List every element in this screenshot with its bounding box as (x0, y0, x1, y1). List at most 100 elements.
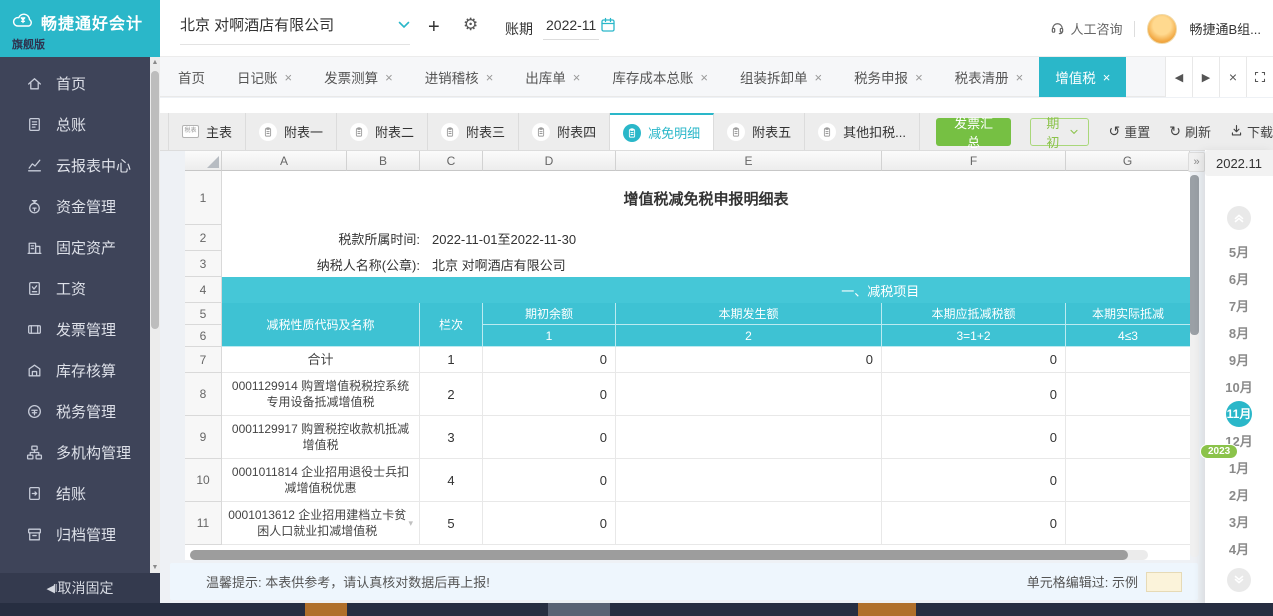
cell-current-amount[interactable] (616, 416, 882, 459)
subtab-附表一[interactable]: 附表一 (246, 113, 337, 150)
tab-税务申报[interactable]: 税务申报× (838, 57, 939, 97)
select-all-corner[interactable] (185, 151, 222, 171)
row-number[interactable]: 8 (185, 373, 222, 416)
period-row-value[interactable]: 2022-11-01至2022-11-30 (420, 225, 1190, 251)
cell-current-amount[interactable]: 0 (616, 347, 882, 373)
row-number[interactable]: 5 (185, 303, 222, 325)
taxpayer-row-label[interactable]: 纳税人名称(公章): (222, 251, 420, 277)
header-deductible-no[interactable]: 3=1+2 (882, 325, 1066, 347)
sidebar-item-多机构管理[interactable]: 多机构管理 (0, 432, 150, 473)
cell-col-no[interactable]: 2 (420, 373, 483, 416)
month-item-11月[interactable]: 11月 (1205, 400, 1273, 427)
header-name[interactable]: 减税性质代码及名称 (222, 303, 420, 347)
current-period-chip[interactable]: 2022.11 (1205, 150, 1273, 176)
cell-current-amount[interactable] (616, 373, 882, 416)
tab-close-icon[interactable]: × (285, 70, 293, 85)
subtab-主表[interactable]: 税表主表 (168, 113, 246, 150)
cell-current-amount[interactable] (616, 459, 882, 502)
subtab-其他扣税...[interactable]: 其他扣税... (805, 113, 920, 150)
subtab-附表五[interactable]: 附表五 (714, 113, 805, 150)
header-actual[interactable]: 本期实际抵减 (1066, 303, 1190, 325)
tab-出库单[interactable]: 出库单× (509, 57, 596, 97)
tab-scroll-left-button[interactable]: ◀ (1165, 57, 1192, 97)
dropdown-caret-icon[interactable]: ▾ (408, 517, 413, 529)
report-title[interactable]: 增值税减免税申报明细表 (222, 171, 1190, 225)
month-item-7月[interactable]: 7月 (1205, 292, 1273, 319)
month-item-10月[interactable]: 10月 (1205, 373, 1273, 400)
column-header-D[interactable]: D (483, 151, 616, 171)
row-number[interactable]: 10 (185, 459, 222, 502)
vertical-scrollbar[interactable] (1190, 175, 1199, 557)
cell-col-no[interactable]: 3 (420, 416, 483, 459)
cell-initial-balance[interactable]: 0 (483, 459, 616, 502)
month-item-2月[interactable]: 2月 (1205, 481, 1273, 508)
tab-close-icon[interactable]: × (700, 70, 708, 85)
tab-发票测算[interactable]: 发票测算× (308, 57, 409, 97)
cell-name[interactable]: 合计 (222, 347, 420, 373)
horizontal-scrollbar[interactable] (190, 550, 1148, 560)
cell-initial-balance[interactable]: 0 (483, 373, 616, 416)
cell-initial-balance[interactable]: 0 (483, 416, 616, 459)
cell-col-no[interactable]: 4 (420, 459, 483, 502)
sidebar-item-归档管理[interactable]: 归档管理 (0, 514, 150, 555)
header-initial-no[interactable]: 1 (483, 325, 616, 347)
unpin-sidebar-button[interactable]: ◀‖ 取消固定 (0, 573, 160, 603)
tab-close-icon[interactable]: × (814, 70, 822, 85)
header-deductible[interactable]: 本期应抵减税额 (882, 303, 1066, 325)
tab-close-icon[interactable]: × (573, 70, 581, 85)
scroll-down-arrow-icon[interactable]: ▼ (150, 564, 160, 571)
header-col-no[interactable]: 栏次 (420, 303, 483, 347)
column-header-C[interactable]: C (420, 151, 483, 171)
sidebar-scrollbar[interactable]: ▲ ▼ (150, 57, 160, 573)
add-button[interactable]: + (428, 16, 440, 39)
month-item-9月[interactable]: 9月 (1205, 346, 1273, 373)
tab-close-icon[interactable]: × (1016, 70, 1024, 85)
month-item-8月[interactable]: 8月 (1205, 319, 1273, 346)
cell-name[interactable]: 0001013612 企业招用建档立卡贫困人口就业扣减增值税▾ (222, 502, 420, 545)
cell-name[interactable]: 0001011814 企业招用退役士兵扣减增值税优惠 (222, 459, 420, 502)
sidebar-item-发票管理[interactable]: 发票管理 (0, 309, 150, 350)
tab-close-icon[interactable]: × (915, 70, 923, 85)
row-number[interactable]: 6 (185, 325, 222, 347)
cell-col-no[interactable]: 5 (420, 502, 483, 545)
cell-current-amount[interactable] (616, 502, 882, 545)
vertical-scroll-thumb[interactable] (1190, 175, 1199, 335)
row-number[interactable]: 7 (185, 347, 222, 373)
cell-deductible[interactable]: 0 (882, 347, 1066, 373)
sidebar-item-首页[interactable]: 首页 (0, 63, 150, 104)
column-header-E[interactable]: E (616, 151, 882, 171)
subtab-附表四[interactable]: 附表四 (519, 113, 610, 150)
sidebar-item-工资[interactable]: 工资 (0, 268, 150, 309)
row-number[interactable]: 2 (185, 225, 222, 251)
tab-首页[interactable]: 首页 (162, 57, 221, 97)
period-row-label[interactable]: 税款所属时间: (222, 225, 420, 251)
cell-actual[interactable] (1066, 373, 1190, 416)
tab-close-icon[interactable]: × (385, 70, 393, 85)
cell-name[interactable]: 0001129914 购置增值税税控系统专用设备抵减增值税 (222, 373, 420, 416)
cell-deductible[interactable]: 0 (882, 416, 1066, 459)
close-all-tabs-button[interactable]: × (1219, 57, 1246, 97)
cell-col-no[interactable]: 1 (420, 347, 483, 373)
tab-增值税[interactable]: 增值税× (1039, 57, 1126, 97)
scroll-up-arrow-icon[interactable]: ▲ (150, 59, 160, 66)
cell-actual[interactable] (1066, 459, 1190, 502)
month-item-6月[interactable]: 6月 (1205, 265, 1273, 292)
initial-period-button[interactable]: 期初 (1030, 118, 1089, 146)
user-name[interactable]: 畅捷通B组... (1189, 19, 1261, 38)
horizontal-scroll-thumb[interactable] (190, 550, 1128, 560)
subtab-附表二[interactable]: 附表二 (337, 113, 428, 150)
cell-initial-balance[interactable]: 0 (483, 502, 616, 545)
column-header-G[interactable]: G (1066, 151, 1190, 171)
cell-deductible[interactable]: 0 (882, 373, 1066, 416)
header-current-no[interactable]: 2 (616, 325, 882, 347)
expand-right-icon[interactable]: » (1188, 152, 1205, 172)
months-scroll-up-button[interactable] (1227, 206, 1251, 230)
months-scroll-down-button[interactable] (1227, 568, 1251, 592)
tab-组装拆卸单[interactable]: 组装拆卸单× (724, 57, 838, 97)
subtab-附表三[interactable]: 附表三 (428, 113, 519, 150)
row-number[interactable]: 3 (185, 251, 222, 277)
month-item-5月[interactable]: 5月 (1205, 238, 1273, 265)
sidebar-item-结账[interactable]: 结账 (0, 473, 150, 514)
header-actual-no[interactable]: 4≤3 (1066, 325, 1190, 347)
refresh-button[interactable]: ↻ 刷新 (1169, 122, 1211, 141)
